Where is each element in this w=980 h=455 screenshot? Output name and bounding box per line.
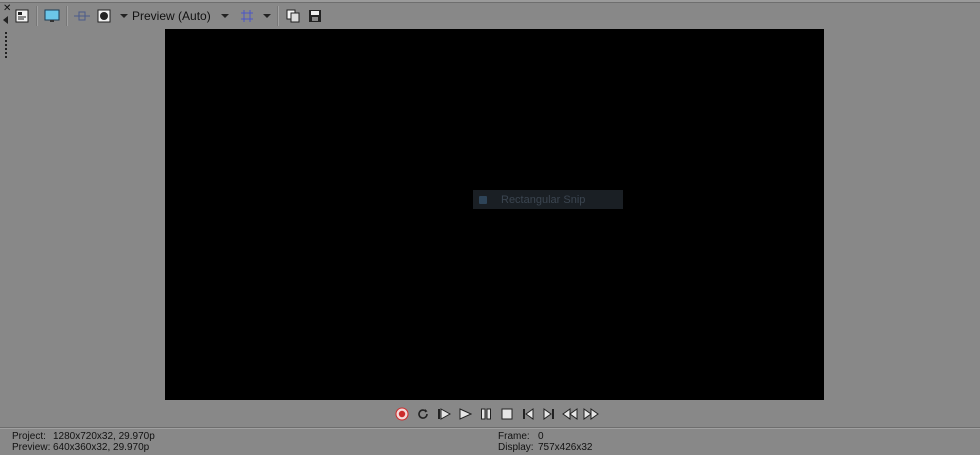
grid-icon [240, 10, 253, 22]
pause-icon [481, 408, 491, 420]
frame-status: Frame: 0 [498, 431, 544, 442]
display-value: 757x426x32 [538, 442, 593, 453]
previous-frame-button[interactable] [518, 405, 538, 423]
play-from-start-icon [438, 408, 451, 420]
next-frame-button[interactable] [539, 405, 559, 423]
collapse-arrow-icon[interactable] [3, 16, 8, 24]
video-preview-area[interactable]: Rectangular Snip [165, 29, 824, 400]
previous-frame-icon [523, 408, 534, 420]
dock-grip[interactable]: ✕ [0, 4, 12, 64]
grid-dropdown-icon[interactable] [262, 14, 271, 18]
project-value: 1280x720x32, 29.970p [53, 431, 155, 442]
record-button[interactable] [392, 405, 412, 423]
preview-label: Preview: [12, 442, 51, 453]
video-properties-icon [15, 9, 29, 23]
grid-button[interactable] [237, 6, 257, 26]
go-to-start-icon [562, 408, 578, 420]
save-snapshot-icon [308, 10, 321, 22]
frame-label: Frame: [498, 431, 530, 442]
split-screen-button[interactable] [72, 6, 92, 26]
copy-snapshot-icon [286, 9, 300, 23]
stop-icon [501, 408, 513, 420]
external-monitor-icon [44, 9, 60, 22]
save-snapshot-button[interactable] [305, 6, 325, 26]
preview-status: Preview: 640x360x32, 29.970p [12, 442, 149, 453]
preview-quality-label[interactable]: Preview (Auto) [132, 9, 211, 23]
window-top-border [0, 0, 980, 3]
snip-label: Rectangular Snip [501, 193, 586, 206]
display-label: Display: [498, 442, 534, 453]
preview-toolbar: Preview (Auto) [12, 4, 327, 28]
close-icon[interactable]: ✕ [3, 4, 11, 14]
go-to-end-icon [583, 408, 599, 420]
overlay-icon [97, 9, 111, 23]
project-label: Project: [12, 431, 46, 442]
loop-button[interactable] [413, 405, 433, 423]
go-to-start-button[interactable] [560, 405, 580, 423]
record-icon [395, 407, 409, 421]
toolbar-separator [276, 6, 279, 26]
loop-icon [418, 409, 428, 419]
display-status: Display: 757x426x32 [498, 442, 593, 453]
split-screen-icon [74, 11, 90, 21]
play-icon [459, 408, 472, 420]
overlays-button[interactable] [94, 6, 114, 26]
snip-icon [479, 195, 487, 204]
go-to-end-button[interactable] [581, 405, 601, 423]
pause-button[interactable] [476, 405, 496, 423]
toolbar-separator [66, 6, 68, 26]
play-from-start-button[interactable] [434, 405, 454, 423]
toolbar-separator [36, 6, 38, 26]
external-monitor-button[interactable] [42, 6, 62, 26]
copy-snapshot-button[interactable] [283, 6, 303, 26]
video-properties-button[interactable] [12, 6, 32, 26]
next-frame-icon [543, 408, 554, 420]
preview-value: 640x360x32, 29.970p [53, 442, 150, 453]
project-status: Project: 1280x720x32, 29.970p [12, 431, 155, 442]
preview-quality-dropdown-caret[interactable] [120, 14, 128, 18]
frame-value: 0 [538, 431, 544, 442]
transport-controls [392, 405, 602, 423]
drag-handle-icon[interactable] [5, 32, 7, 60]
stop-button[interactable] [497, 405, 517, 423]
preview-quality-dropdown-icon[interactable] [220, 14, 229, 18]
rectangular-snip-overlay: Rectangular Snip [473, 190, 623, 209]
status-separator [0, 427, 980, 429]
play-button[interactable] [455, 405, 475, 423]
